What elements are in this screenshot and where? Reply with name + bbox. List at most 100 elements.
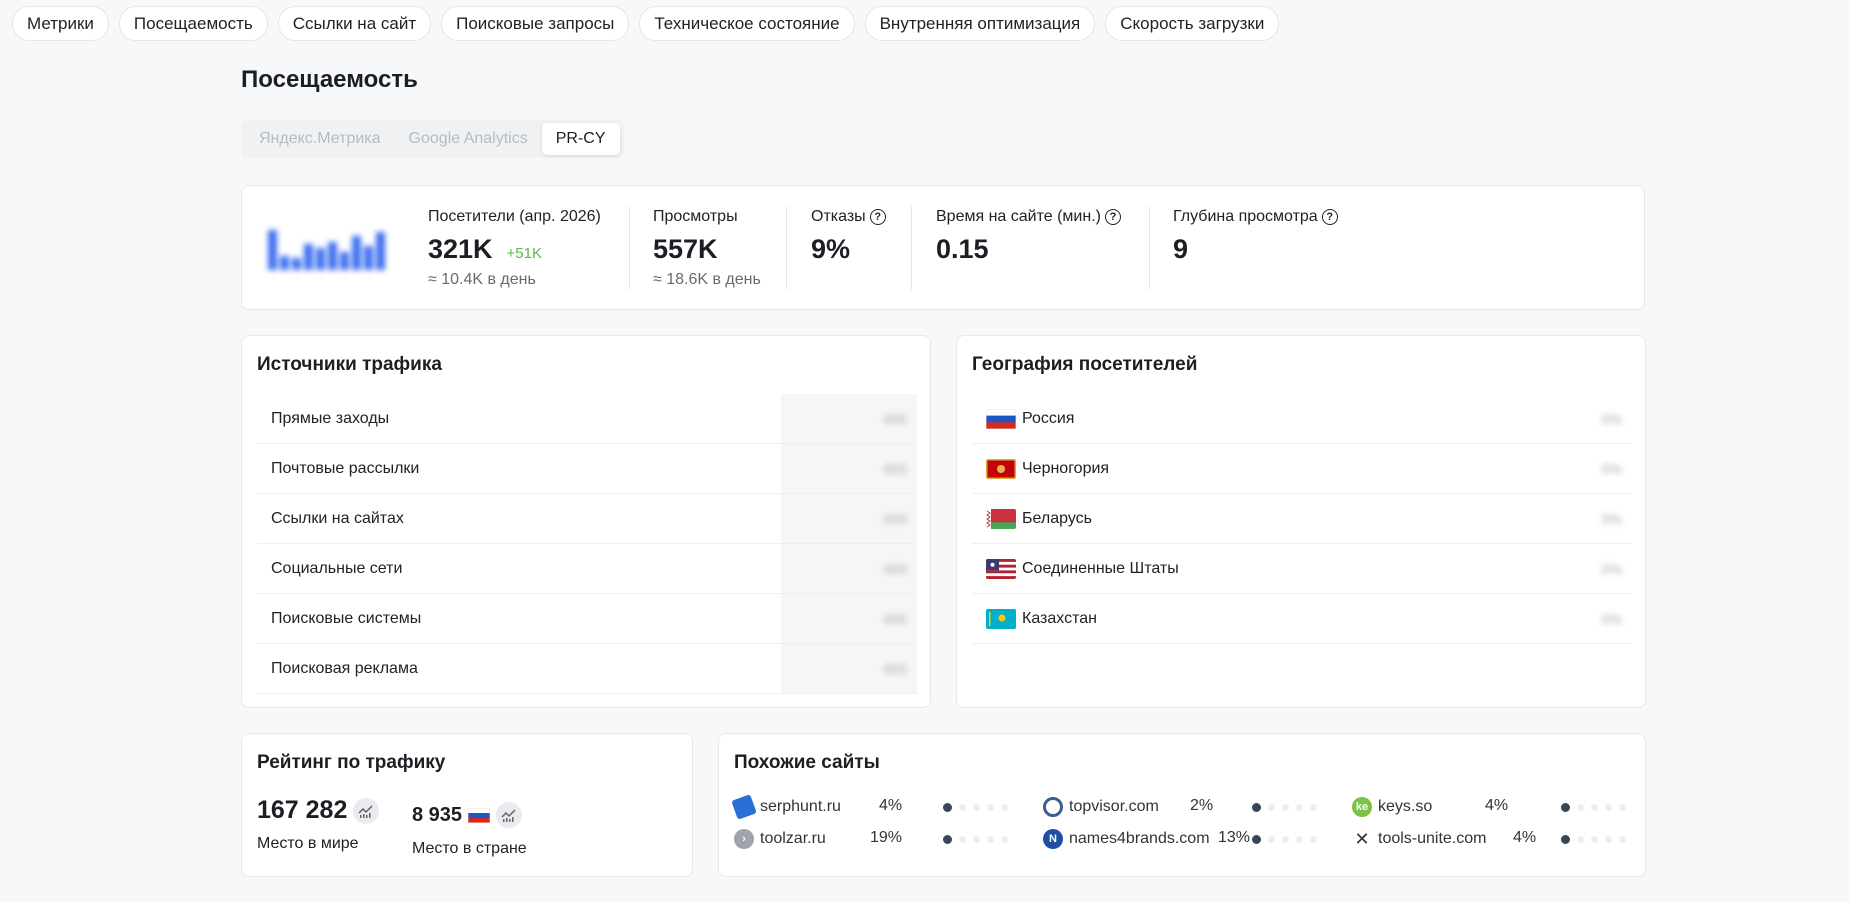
world-rank: 167 282 Место в мире	[257, 796, 380, 853]
country-label: Черногория	[1022, 459, 1110, 477]
similarity-dots	[943, 803, 1008, 812]
similarity-dots	[1252, 835, 1317, 844]
site-overlap: 2%	[1190, 797, 1214, 814]
traffic-stats-card: Посетители (апр. 2026) 321K +51K ≈ 10.4K…	[241, 185, 1645, 310]
visitors-sparkline	[268, 230, 385, 270]
world-rank-value: 167 282	[257, 796, 348, 824]
similarity-dots	[943, 835, 1008, 844]
stat-views: Просмотры 557K ≈ 18.6K в день	[653, 208, 761, 289]
top-navigation: Метрики Посещаемость Ссылки на сайт Поис…	[12, 6, 1280, 41]
traffic-source-label: Поисковая реклама	[271, 659, 418, 677]
chart-icon[interactable]	[353, 797, 380, 824]
country-share: 0%	[1601, 560, 1622, 577]
site-name: keys.so	[1378, 798, 1433, 815]
stat-visitors-label: Посетители (апр. 2026)	[428, 208, 601, 225]
serphunt-icon	[731, 794, 757, 820]
similar-site-link[interactable]: N names4brands.com	[1043, 826, 1210, 852]
traffic-source-label: Почтовые рассылки	[271, 459, 420, 477]
country-label: Соединенные Штаты	[1022, 559, 1179, 577]
similar-sites-card: Похожие сайты serphunt.ru 4% topvisor.co…	[718, 733, 1646, 877]
chart-icon[interactable]	[496, 802, 523, 828]
montenegro-flag-icon	[986, 458, 1016, 479]
stat-time-label: Время на сайте (мин.)	[936, 208, 1101, 225]
tab-google-analytics[interactable]: Google Analytics	[395, 123, 542, 155]
stat-views-daily: ≈ 18.6K в день	[653, 271, 761, 288]
tools-unite-icon: ✕	[1354, 828, 1370, 849]
belarus-flag-icon	[986, 508, 1016, 529]
traffic-source-label: Поисковые системы	[271, 609, 422, 627]
stat-bounce: Отказы ? 9%	[811, 208, 886, 265]
russia-flag-icon	[468, 807, 491, 823]
table-row: Почтовые рассылки 000	[257, 444, 917, 494]
traffic-source-value: 000	[883, 610, 907, 627]
tab-yandex-metrika[interactable]: Яндекс.Метрика	[245, 123, 395, 155]
names4brands-icon: N	[1043, 829, 1063, 849]
stat-visitors-daily: ≈ 10.4K в день	[428, 271, 536, 288]
list-item: Россия 0%	[972, 394, 1632, 444]
similar-site-link[interactable]: topvisor.com	[1043, 794, 1159, 820]
traffic-source-value: 000	[883, 410, 907, 427]
list-item: Черногория 0%	[972, 444, 1632, 494]
country-share: 0%	[1601, 410, 1622, 427]
traffic-rating-card: Рейтинг по трафику 167 282 Место в мире …	[241, 733, 693, 877]
world-rank-label: Место в мире	[257, 835, 359, 852]
country-label: Беларусь	[1022, 509, 1092, 527]
traffic-source-label: Ссылки на сайтах	[271, 509, 404, 527]
keys-so-icon: ke	[1352, 797, 1372, 817]
country-rank-value: 8 935	[412, 803, 463, 826]
site-overlap: 19%	[870, 829, 903, 846]
stat-views-value: 557K	[653, 234, 718, 264]
similar-site-link[interactable]: ✕ tools-unite.com	[1352, 826, 1486, 852]
country-label: Казахстан	[1022, 609, 1097, 627]
site-overlap: 4%	[1513, 829, 1537, 846]
divider	[1149, 206, 1150, 290]
stat-visitors-value: 321K	[428, 234, 493, 264]
nav-metrics[interactable]: Метрики	[12, 6, 109, 41]
stat-time-value: 0.15	[936, 234, 989, 264]
similar-site-link[interactable]: › toolzar.ru	[734, 826, 826, 852]
visitor-geography-card: География посетителей Россия 0% Черногор…	[956, 335, 1646, 708]
nav-onpage[interactable]: Внутренняя оптимизация	[864, 6, 1096, 41]
toolzar-icon: ›	[734, 829, 754, 849]
nav-backlinks[interactable]: Ссылки на сайт	[277, 6, 432, 41]
traffic-source-value: 000	[883, 460, 907, 477]
site-name: serphunt.ru	[760, 798, 841, 815]
similarity-dots	[1561, 803, 1626, 812]
stat-time: Время на сайте (мин.) ? 0.15	[936, 208, 1121, 265]
traffic-source-label: Социальные сети	[271, 559, 403, 577]
similarity-dots	[1561, 835, 1626, 844]
table-row: Ссылки на сайтах 000	[257, 494, 917, 544]
table-row: Поисковые системы 000	[257, 594, 917, 644]
site-name: topvisor.com	[1069, 798, 1159, 815]
stat-views-label: Просмотры	[653, 208, 738, 225]
country-share: 0%	[1601, 610, 1622, 627]
stat-bounce-label: Отказы	[811, 208, 866, 225]
help-icon[interactable]: ?	[869, 209, 886, 225]
nav-traffic[interactable]: Посещаемость	[118, 6, 268, 41]
similar-site-link[interactable]: ke keys.so	[1352, 794, 1432, 820]
tab-pr-cy[interactable]: PR-CY	[541, 123, 620, 155]
usa-flag-icon	[986, 558, 1016, 579]
kazakhstan-flag-icon	[986, 608, 1016, 629]
help-icon[interactable]: ?	[1104, 209, 1121, 225]
nav-technical[interactable]: Техническое состояние	[639, 6, 855, 41]
site-name: toolzar.ru	[760, 830, 826, 847]
nav-search-queries[interactable]: Поисковые запросы	[441, 6, 630, 41]
list-item: Соединенные Штаты 0%	[972, 544, 1632, 594]
traffic-source-label: Прямые заходы	[271, 409, 390, 427]
country-label: Россия	[1022, 409, 1075, 427]
country-rank: 8 935 Место в стране	[412, 802, 527, 858]
geography-title: География посетителей	[972, 354, 1198, 375]
nav-speed[interactable]: Скорость загрузки	[1105, 6, 1280, 41]
site-overlap: 4%	[1485, 797, 1509, 814]
table-row: Прямые заходы 000	[257, 394, 917, 444]
stat-depth-label: Глубина просмотра	[1173, 208, 1318, 225]
traffic-source-value: 000	[883, 660, 907, 677]
divider	[786, 206, 787, 290]
help-icon[interactable]: ?	[1321, 209, 1338, 225]
country-share: 0%	[1601, 460, 1622, 477]
source-tabs: Яндекс.Метрика Google Analytics PR-CY	[241, 120, 624, 158]
stat-visitors-delta: +51K	[506, 245, 542, 262]
similar-site-link[interactable]: serphunt.ru	[731, 794, 841, 820]
table-row: Социальные сети 000	[257, 544, 917, 594]
